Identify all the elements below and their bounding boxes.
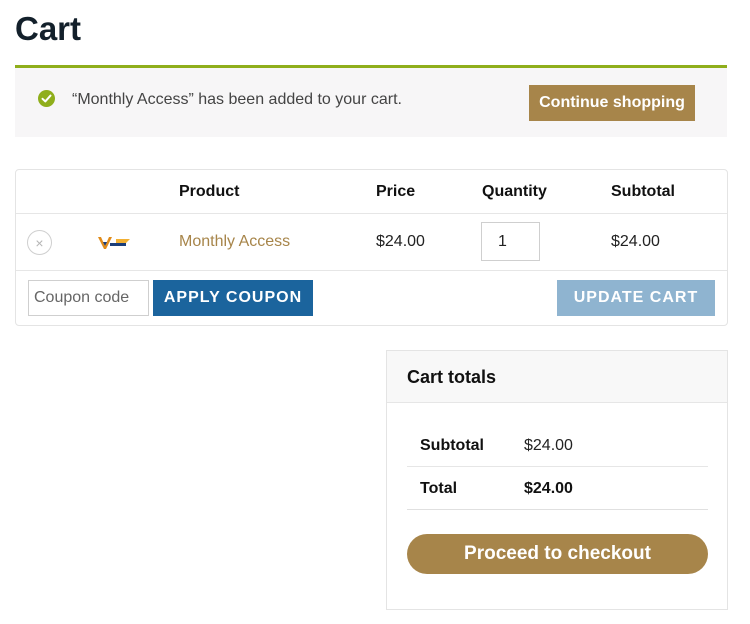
totals-total-label: Total: [420, 480, 458, 497]
cart-totals-header: Cart totals: [387, 351, 727, 403]
totals-subtotal-value: $24.00: [524, 437, 573, 454]
notice-message: “Monthly Access” has been added to your …: [72, 91, 402, 108]
cart-table: Product Price Quantity Subtotal × Monthl…: [15, 169, 728, 326]
totals-subtotal-label: Subtotal: [420, 437, 484, 454]
product-thumbnail[interactable]: [96, 232, 132, 252]
continue-shopping-button[interactable]: Continue shopping: [529, 85, 695, 121]
quantity-input[interactable]: [481, 222, 540, 261]
cart-totals-title: Cart totals: [407, 367, 497, 387]
totals-subtotal-row: Subtotal $24.00: [407, 424, 708, 467]
update-cart-button[interactable]: UPDATE CART: [557, 280, 715, 316]
cart-notice: “Monthly Access” has been added to your …: [15, 65, 727, 137]
remove-item-icon[interactable]: ×: [27, 230, 52, 255]
cart-actions: APPLY COUPON UPDATE CART: [16, 271, 727, 326]
totals-total-value: $24.00: [524, 480, 573, 497]
cart-totals: Cart totals Subtotal $24.00 Total $24.00…: [386, 350, 728, 610]
checkmark-circle-icon: [38, 90, 55, 107]
item-price: $24.00: [376, 233, 425, 250]
product-link[interactable]: Monthly Access: [179, 233, 290, 251]
header-subtotal: Subtotal: [611, 183, 675, 200]
item-subtotal: $24.00: [611, 233, 660, 250]
header-quantity: Quantity: [482, 183, 547, 200]
coupon-code-input[interactable]: [28, 280, 149, 316]
page-title: Cart: [15, 10, 82, 47]
totals-total-row: Total $24.00: [407, 467, 708, 510]
proceed-to-checkout-button[interactable]: Proceed to checkout: [407, 534, 708, 574]
header-product: Product: [179, 183, 240, 200]
cart-table-header: Product Price Quantity Subtotal: [16, 170, 727, 214]
table-row: × Monthly Access $24.00 $24.00: [16, 214, 727, 271]
apply-coupon-button[interactable]: APPLY COUPON: [153, 280, 313, 316]
header-price: Price: [376, 183, 416, 200]
